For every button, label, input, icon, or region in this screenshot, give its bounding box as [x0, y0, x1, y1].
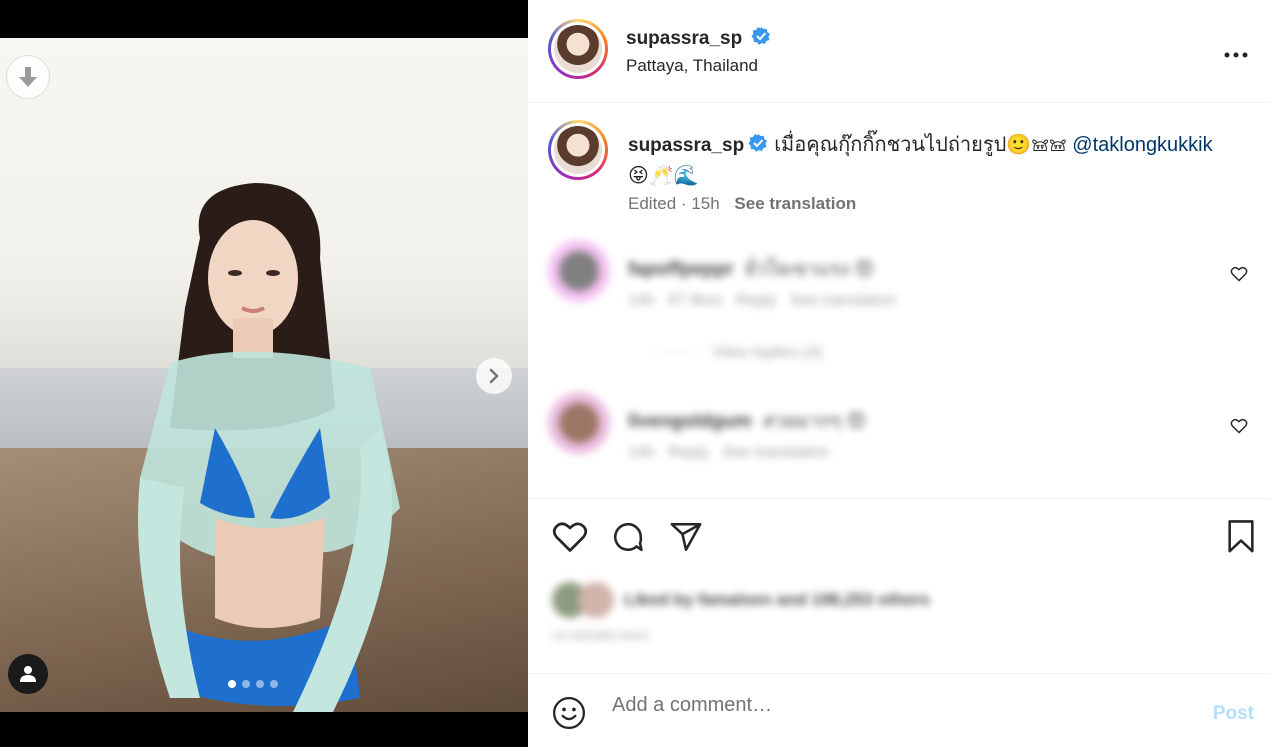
tagged-users-button[interactable] — [8, 654, 48, 694]
comment-body: สวยมากๆ 😍 — [762, 411, 867, 432]
next-media-button[interactable] — [476, 358, 512, 394]
view-replies-button[interactable]: View replies (4) — [658, 344, 822, 362]
comment-reply-button[interactable]: Reply — [668, 444, 709, 461]
post-time-ago: 14 HOURS AGO — [552, 628, 649, 643]
comment-like-heart-icon[interactable] — [1230, 266, 1248, 282]
add-comment-bar: Post — [528, 673, 1270, 747]
carousel-dot — [256, 680, 264, 688]
comment-likes[interactable]: 87 likes — [668, 292, 722, 309]
bookmark-icon — [1228, 520, 1254, 553]
comment-item: fapoffpeppr ยั่วใจเขาแรง 😍 14h 87 likes … — [548, 240, 1248, 380]
chevron-right-icon — [489, 368, 499, 384]
caption-mention-link[interactable]: @taklongkukkik — [1072, 134, 1212, 156]
divider — [528, 498, 1270, 499]
comment-username[interactable]: fapoffpeppr — [628, 259, 734, 280]
emoji-smiley-icon[interactable] — [552, 696, 586, 730]
likes-text: Liked by famalsen and 198,253 others — [624, 590, 930, 609]
likes-summary[interactable]: Liked by famalsen and 198,253 others — [552, 582, 1052, 618]
author-username[interactable]: supassra_sp — [626, 28, 742, 49]
caption-username[interactable]: supassra_sp — [628, 135, 744, 156]
verified-badge-icon — [748, 134, 768, 152]
more-horizontal-icon — [1224, 52, 1248, 58]
caption-text: supassra_sp เมื่อคุณกุ๊กกิ๊กชวนไปถ่ายรูป… — [628, 130, 1228, 191]
post-panel: supassra_sp Pattaya, Thailand supassra_s… — [528, 0, 1270, 747]
model-figure — [138, 183, 400, 712]
like-heart-icon[interactable] — [552, 520, 588, 554]
download-button[interactable] — [6, 55, 50, 99]
caption-author-avatar[interactable] — [548, 120, 608, 180]
media-panel — [0, 0, 528, 747]
save-bookmark-button[interactable] — [1226, 520, 1256, 559]
comment-text: fapoffpeppr ยั่วใจเขาแรง 😍 — [628, 254, 874, 284]
comment-like-heart-icon[interactable] — [1230, 418, 1248, 434]
user-icon — [20, 666, 36, 682]
comment-input[interactable] — [612, 694, 1172, 717]
comment-item: livengoldgum สวยมากๆ 😍 14h Reply See tra… — [548, 392, 1248, 482]
carousel-dot — [228, 680, 236, 688]
comment-bubble-icon[interactable] — [610, 520, 646, 554]
carousel-dot — [270, 680, 278, 688]
edited-label: Edited — [628, 194, 677, 213]
verified-badge-icon — [751, 27, 770, 45]
post-comment-button[interactable]: Post — [1213, 703, 1254, 725]
comment-text: livengoldgum สวยมากๆ 😍 — [628, 406, 866, 436]
comment-time: 14h — [628, 292, 655, 309]
carousel-dot — [242, 680, 250, 688]
view-replies-label: View replies (4) — [712, 344, 823, 361]
see-translation-link[interactable]: See translation — [734, 194, 856, 213]
post-photo[interactable] — [0, 38, 528, 712]
post-time[interactable]: 15h — [691, 194, 719, 213]
post-actions — [552, 520, 704, 554]
more-options-button[interactable] — [1224, 38, 1248, 64]
caption-body: เมื่อคุณกุ๊กกิ๊กชวนไปถ่ายรูป🙂𖠌𖠌 — [774, 134, 1067, 156]
comment-meta: 14h Reply See translation — [628, 444, 829, 462]
caption-emojis: 😝🥂🌊 — [628, 165, 699, 187]
author-avatar[interactable] — [548, 19, 608, 79]
carousel-indicator — [228, 680, 278, 688]
post-header: supassra_sp Pattaya, Thailand — [528, 0, 1270, 103]
comment-username[interactable]: livengoldgum — [628, 411, 752, 432]
comment-avatar[interactable] — [548, 392, 610, 454]
liker-avatar — [578, 582, 614, 618]
caption-meta: Edited · 15h See translation — [628, 194, 857, 213]
comment-see-translation[interactable]: See translation — [722, 444, 829, 461]
comment-reply-button[interactable]: Reply — [736, 292, 777, 309]
comment-time: 14h — [628, 444, 655, 461]
arrow-down-icon — [19, 67, 37, 87]
comment-avatar[interactable] — [548, 240, 610, 302]
comment-see-translation[interactable]: See translation — [790, 292, 897, 309]
share-send-icon[interactable] — [668, 520, 704, 554]
comment-body: ยั่วใจเขาแรง 😍 — [744, 259, 875, 280]
comment-meta: 14h 87 likes Reply See translation — [628, 292, 897, 310]
post-dialog: supassra_sp Pattaya, Thailand supassra_s… — [0, 0, 1270, 747]
post-location[interactable]: Pattaya, Thailand — [626, 56, 758, 76]
